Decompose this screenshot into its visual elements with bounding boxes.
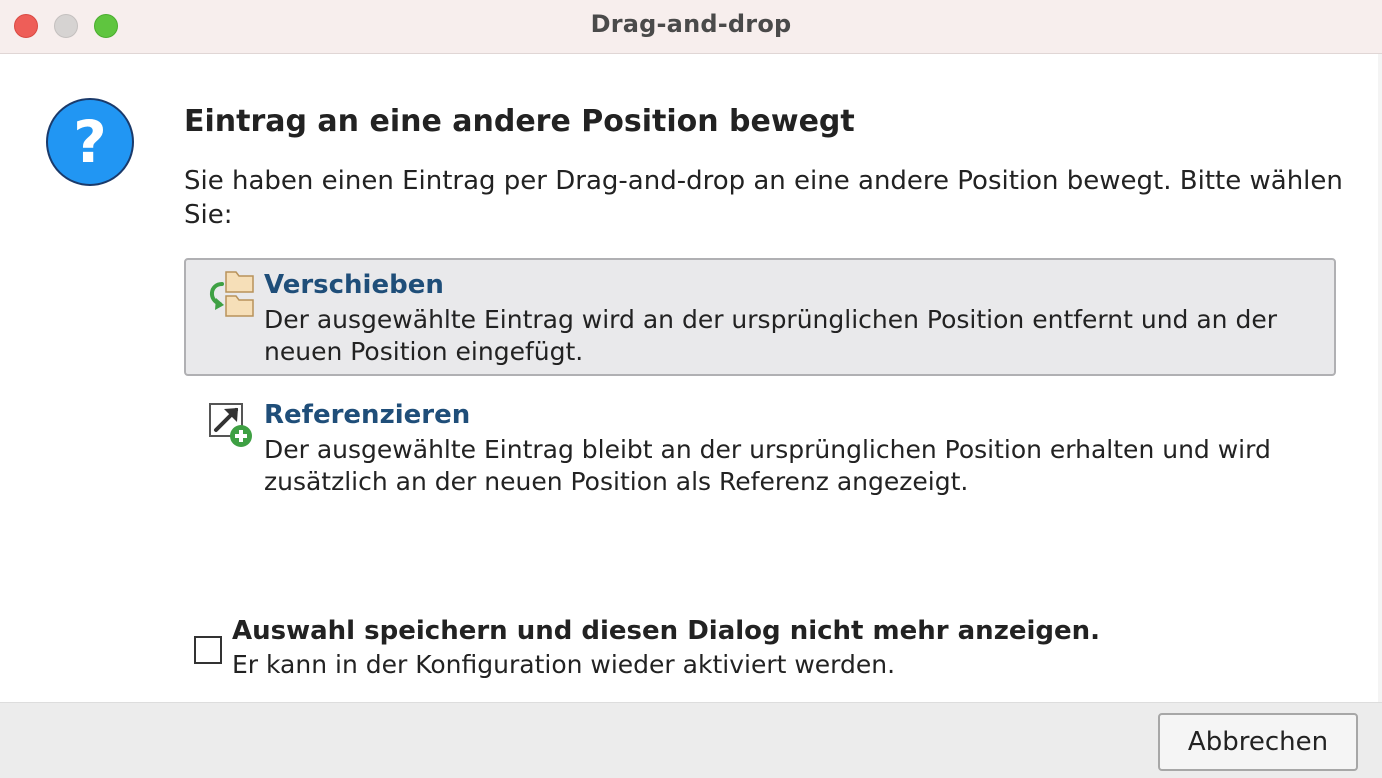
option-move-description: Der ausgewählte Eintrag wird an der ursp… — [264, 305, 1278, 366]
option-move[interactable]: Verschieben Der ausgewählte Eintrag wird… — [184, 258, 1336, 376]
option-move-title: Verschieben — [264, 270, 444, 300]
window-edge — [1378, 54, 1382, 702]
dialog-window: Drag-and-drop ? Eintrag an eine andere P… — [0, 0, 1382, 778]
button-bar: Abbrechen — [0, 702, 1382, 778]
move-folders-icon — [206, 270, 258, 322]
cancel-button[interactable]: Abbrechen — [1158, 713, 1358, 771]
window-title: Drag-and-drop — [590, 10, 792, 38]
question-icon: ? — [46, 98, 134, 186]
title-bar: Drag-and-drop — [0, 0, 1382, 54]
option-reference-description: Der ausgewählte Eintrag bleibt an der ur… — [264, 435, 1271, 496]
add-reference-icon — [206, 400, 258, 452]
option-reference[interactable]: Referenzieren Der ausgewählte Eintrag bl… — [184, 388, 1336, 498]
dialog-description: Sie haben einen Eintrag per Drag-and-dro… — [184, 166, 1343, 230]
dialog-heading: Eintrag an eine andere Position bewegt — [184, 104, 855, 139]
remember-choice-label[interactable]: Auswahl speichern und diesen Dialog nich… — [232, 616, 1100, 646]
remember-choice-checkbox[interactable] — [194, 636, 222, 664]
remember-choice-hint: Er kann in der Konfiguration wieder akti… — [232, 650, 896, 679]
option-reference-title: Referenzieren — [264, 400, 471, 430]
